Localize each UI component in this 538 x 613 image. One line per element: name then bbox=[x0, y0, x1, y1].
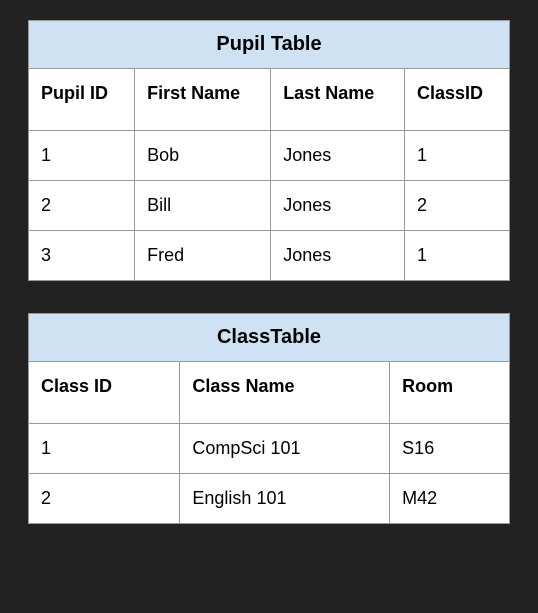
class-table-header-row: Class ID Class Name Room bbox=[29, 362, 510, 424]
cell: Jones bbox=[271, 181, 405, 231]
cell: Jones bbox=[271, 131, 405, 181]
class-header-id: Class ID bbox=[29, 362, 180, 424]
cell: 1 bbox=[404, 231, 509, 281]
table-row: 2 Bill Jones 2 bbox=[29, 181, 510, 231]
cell: CompSci 101 bbox=[180, 424, 390, 474]
table-row: 2 English 101 M42 bbox=[29, 474, 510, 524]
cell: Fred bbox=[135, 231, 271, 281]
cell: Jones bbox=[271, 231, 405, 281]
table-row: 3 Fred Jones 1 bbox=[29, 231, 510, 281]
pupil-header-lastname: Last Name bbox=[271, 69, 405, 131]
cell: M42 bbox=[390, 474, 510, 524]
cell: 2 bbox=[29, 181, 135, 231]
cell: Bill bbox=[135, 181, 271, 231]
cell: S16 bbox=[390, 424, 510, 474]
cell: 2 bbox=[404, 181, 509, 231]
cell: 3 bbox=[29, 231, 135, 281]
pupil-table: Pupil Table Pupil ID First Name Last Nam… bbox=[28, 20, 510, 281]
cell: 1 bbox=[29, 424, 180, 474]
pupil-table-header-row: Pupil ID First Name Last Name ClassID bbox=[29, 69, 510, 131]
pupil-table-title: Pupil Table bbox=[28, 20, 510, 68]
table-row: 1 Bob Jones 1 bbox=[29, 131, 510, 181]
pupil-header-id: Pupil ID bbox=[29, 69, 135, 131]
pupil-header-classid: ClassID bbox=[404, 69, 509, 131]
cell: Bob bbox=[135, 131, 271, 181]
cell: English 101 bbox=[180, 474, 390, 524]
pupil-header-firstname: First Name bbox=[135, 69, 271, 131]
table-row: 1 CompSci 101 S16 bbox=[29, 424, 510, 474]
class-header-name: Class Name bbox=[180, 362, 390, 424]
class-header-room: Room bbox=[390, 362, 510, 424]
class-table-title: ClassTable bbox=[28, 313, 510, 361]
tables-container: Pupil Table Pupil ID First Name Last Nam… bbox=[0, 0, 538, 544]
cell: 2 bbox=[29, 474, 180, 524]
class-table: ClassTable Class ID Class Name Room 1 Co… bbox=[28, 313, 510, 524]
cell: 1 bbox=[404, 131, 509, 181]
cell: 1 bbox=[29, 131, 135, 181]
